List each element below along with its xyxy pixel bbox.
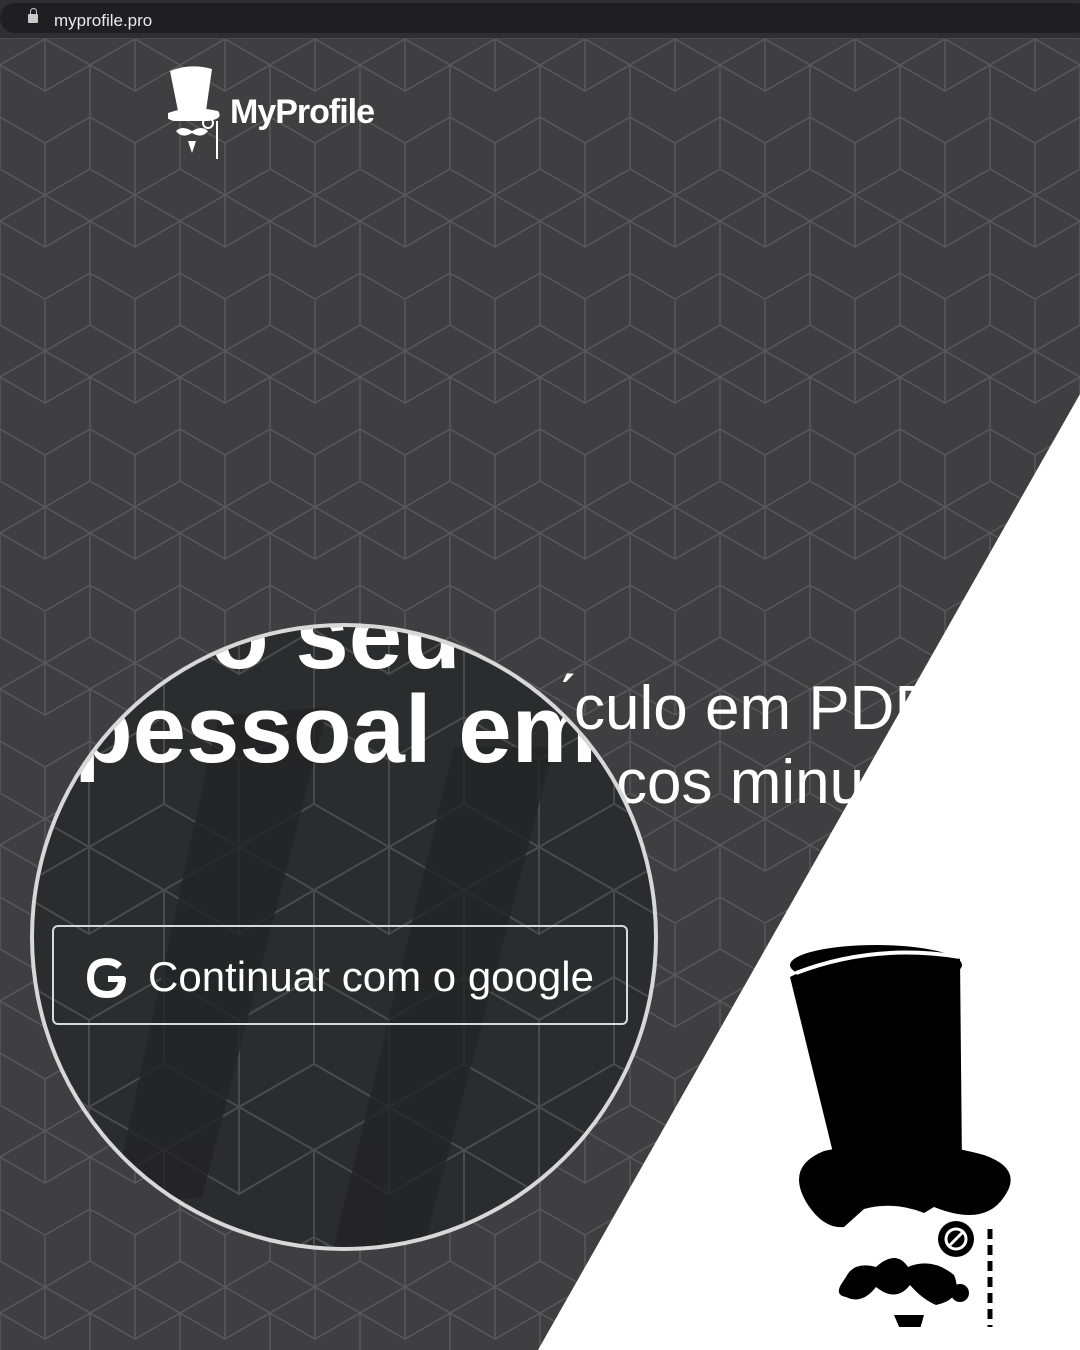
- magnifier-circle: o seu c pessoal em p Continuar com o goo…: [34, 627, 654, 1247]
- google-button-label: Continuar com o google: [148, 953, 594, 1000]
- continue-with-google-button[interactable]: Continuar com o google: [52, 925, 628, 1025]
- landing-page: MyProfile ́culo em PDF cos minu o seu c …: [0, 39, 1080, 1350]
- browser-address-bar: myprofile.pro: [0, 0, 1080, 39]
- google-g-icon: [87, 958, 126, 998]
- url-field[interactable]: myprofile.pro: [0, 3, 1080, 33]
- lock-icon: [28, 8, 38, 23]
- magnified-headline: pessoal em p: [74, 676, 654, 783]
- url-text: myprofile.pro: [54, 11, 153, 30]
- top-hat-monocle-mascot: [790, 945, 1011, 1327]
